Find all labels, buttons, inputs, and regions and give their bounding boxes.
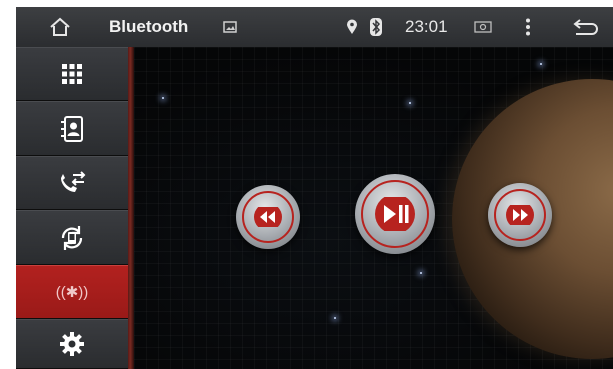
clock: 23:01 xyxy=(405,17,448,36)
fast-forward-icon xyxy=(506,205,534,225)
location-icon xyxy=(344,7,360,47)
back-button[interactable] xyxy=(569,7,603,47)
player-area xyxy=(134,47,613,369)
back-icon xyxy=(573,19,598,35)
rewind-icon xyxy=(254,207,282,227)
sidebar-item-contacts[interactable] xyxy=(16,101,128,156)
star xyxy=(162,97,164,99)
contacts-icon xyxy=(61,115,83,142)
star xyxy=(334,317,336,319)
sidebar-item-bluetooth-audio[interactable]: ((✱)) xyxy=(16,265,128,319)
home-button[interactable] xyxy=(42,7,78,47)
bluetooth-icon xyxy=(368,7,384,47)
menu-dots-icon[interactable] xyxy=(521,7,535,47)
play-pause-icon xyxy=(375,197,415,231)
image-icon xyxy=(221,7,239,47)
page-title: Bluetooth xyxy=(109,17,189,36)
play-pause-button[interactable] xyxy=(355,174,435,254)
bluetooth-audio-icon: ((✱)) xyxy=(55,284,89,301)
star xyxy=(540,63,542,65)
settings-gear-icon xyxy=(60,332,84,356)
battery-icon xyxy=(472,7,494,47)
sidebar-item-phone-sync[interactable] xyxy=(16,210,128,265)
sidebar-item-settings[interactable] xyxy=(16,319,128,369)
phone-sync-icon xyxy=(61,225,83,250)
sidebar-item-call-transfer[interactable] xyxy=(16,156,128,210)
head-unit-screen: Bluetooth 23:01 ((✱)) xyxy=(16,7,613,369)
call-transfer-icon xyxy=(61,171,86,192)
status-bar: Bluetooth 23:01 xyxy=(16,7,613,48)
fast-forward-button[interactable] xyxy=(488,183,552,247)
home-icon xyxy=(50,17,70,36)
star xyxy=(420,272,422,274)
sidebar-item-apps[interactable] xyxy=(16,47,128,101)
rewind-button[interactable] xyxy=(236,185,300,249)
star xyxy=(409,102,411,104)
apps-grid-icon xyxy=(62,64,82,84)
